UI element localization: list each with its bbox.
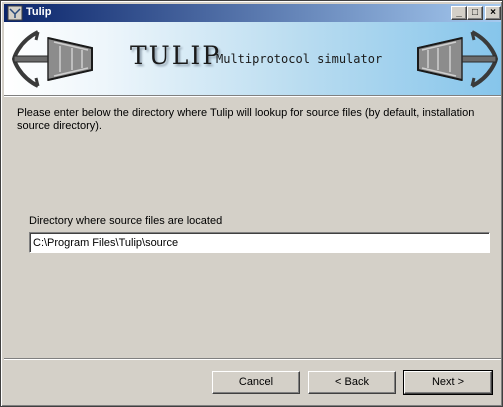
back-button[interactable]: < Back	[308, 371, 396, 394]
directory-input[interactable]	[29, 232, 490, 253]
back-button-label: < Back	[335, 376, 369, 388]
footer-divider	[4, 358, 501, 360]
instructions-text: Please enter below the directory where T…	[17, 107, 475, 132]
directory-label: Directory where source files are located	[29, 215, 223, 227]
banner-subtitle: Multiprotocol simulator	[216, 52, 383, 66]
tulip-app-icon	[7, 5, 23, 21]
next-button[interactable]: Next >	[403, 370, 493, 395]
anchor-right-icon	[417, 30, 499, 88]
close-button[interactable]: ×	[485, 6, 501, 20]
title-bar[interactable]: Tulip _ □ ×	[4, 4, 501, 22]
window-title: Tulip	[26, 6, 52, 18]
banner-title: TULIP	[130, 41, 222, 70]
installer-window: Tulip _ □ × TULIP Multiprotocol simulato…	[0, 0, 503, 407]
minimize-button[interactable]: _	[451, 6, 467, 20]
header-divider	[4, 95, 501, 97]
next-button-label: Next >	[431, 376, 465, 388]
header-banner: TULIP Multiprotocol simulator	[4, 22, 501, 95]
cancel-button[interactable]: Cancel	[212, 371, 300, 394]
anchor-left-icon	[11, 30, 93, 88]
maximize-button[interactable]: □	[467, 6, 483, 20]
